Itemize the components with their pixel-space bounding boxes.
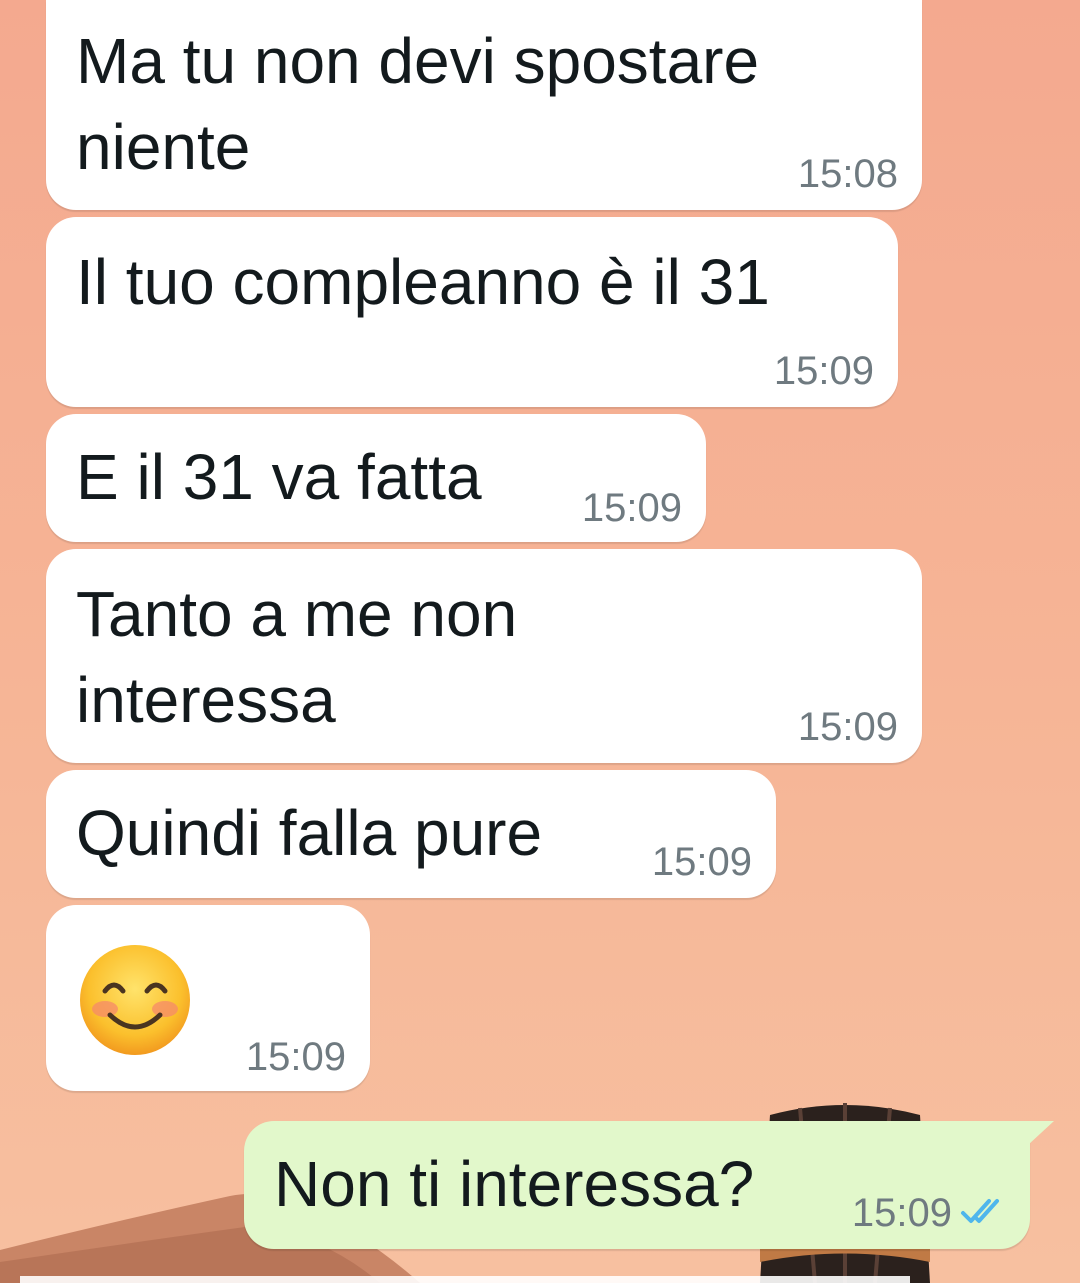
message-bubble-incoming[interactable]: 15:09 (46, 905, 370, 1091)
message-bubble-incoming[interactable]: Tanto a me non interessa 15:09 (46, 549, 922, 763)
message-timestamp: 15:08 (797, 152, 898, 196)
message-bubble-incoming[interactable]: E il 31 va fatta 15:09 (46, 414, 706, 542)
bubble-tail (1028, 1121, 1054, 1145)
message-timestamp: 15:09 (581, 486, 682, 530)
message-bubble-incoming[interactable]: Ma tu non devi spostare niente 15:08 (46, 0, 922, 210)
message-bubble-incoming[interactable]: Quindi falla pure 15:09 (46, 770, 776, 898)
double-check-read-icon (961, 1199, 999, 1223)
smiling-face-with-smiling-eyes-icon (80, 945, 190, 1055)
message-text: Quindi falla pure (76, 797, 543, 869)
message-text: Il tuo compleanno è il 31 (76, 246, 770, 318)
message-text: E il 31 va fatta (76, 441, 482, 513)
message-bubble-outgoing[interactable]: Non ti interessa? 15:09 (244, 1121, 1054, 1249)
message-timestamp: 15:09 (651, 840, 752, 884)
message-timestamp: 15:09 (851, 1191, 952, 1235)
message-bubble-incoming[interactable]: Il tuo compleanno è il 31 15:09 (46, 217, 898, 407)
message-text: Non ti interessa? (274, 1148, 755, 1220)
message-timestamp: 15:09 (773, 349, 874, 393)
message-text: Tanto a me non interessa (76, 578, 518, 736)
chat-thread[interactable]: Ma tu non devi spostare niente 15:08 Il … (0, 0, 1080, 1283)
message-timestamp: 15:09 (797, 705, 898, 749)
message-text: Ma tu non devi spostare niente (76, 25, 760, 183)
message-timestamp: 15:09 (245, 1035, 346, 1079)
